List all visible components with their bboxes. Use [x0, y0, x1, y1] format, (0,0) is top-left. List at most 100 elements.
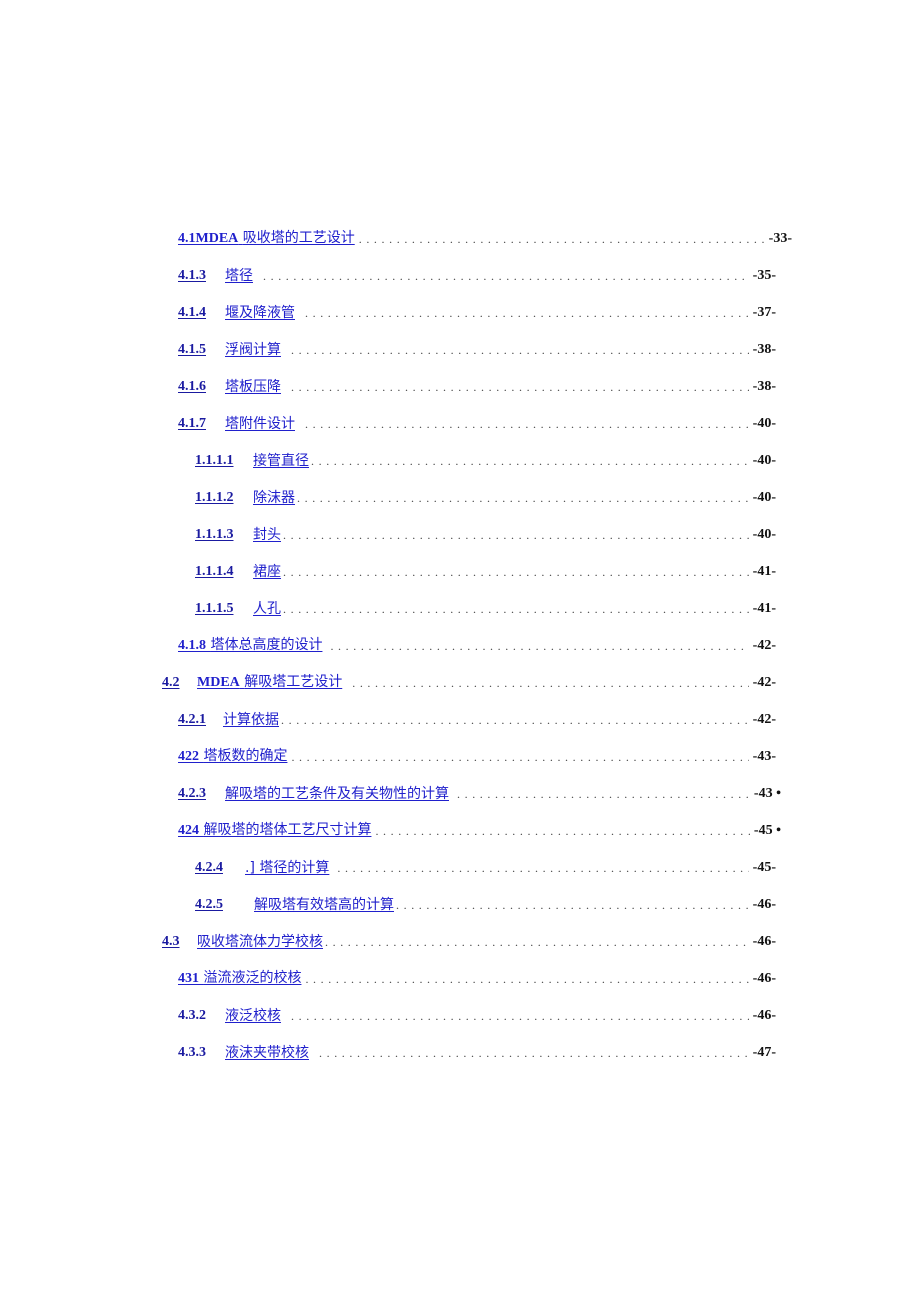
- toc-entry-page: -38-: [752, 379, 776, 394]
- toc-entry-page: -42-: [752, 712, 776, 727]
- dot-leader: ........................................…: [325, 935, 749, 949]
- toc-entry[interactable]: 4.1.6 塔板压降 .............................…: [178, 372, 776, 396]
- toc-entry-number[interactable]: 1.1.1.5: [195, 600, 253, 618]
- toc-entry-number[interactable]: 1.1.1.2: [195, 489, 253, 507]
- dot-leader: ........................................…: [291, 1009, 749, 1023]
- toc-entry-title[interactable]: 封头: [253, 526, 281, 544]
- toc-entry-title[interactable]: 除沫器: [253, 489, 295, 507]
- toc-entry[interactable]: 4.3.3 液沫夹带校核 ...........................…: [178, 1038, 776, 1062]
- dot-leader: ........................................…: [352, 676, 748, 690]
- toc-entry-title[interactable]: 422 塔板数的确定: [178, 747, 287, 766]
- toc-entry-title[interactable]: 4.1.8 塔体总高度的设计: [178, 636, 322, 655]
- toc-entry-title[interactable]: 塔径: [225, 267, 253, 285]
- toc-entry-title[interactable]: 解吸塔有效塔高的计算: [254, 896, 394, 914]
- dot-leader: ........................................…: [291, 343, 749, 357]
- toc-entry-number[interactable]: 4.1.7: [178, 415, 225, 433]
- toc-entry-number[interactable]: 4.2.4: [195, 859, 245, 877]
- toc-entry-title[interactable]: 塔附件设计: [225, 415, 295, 433]
- toc-entry-number[interactable]: 4.3: [162, 933, 197, 951]
- toc-entry[interactable]: 4.2.3 解吸塔的工艺条件及有关物性的计算 .................…: [178, 779, 781, 803]
- toc-entry[interactable]: 1.1.1.2 除沫器 ............................…: [195, 483, 776, 507]
- toc-entry-number[interactable]: 4.2.3: [178, 785, 225, 803]
- toc-entry-title[interactable]: 塔板压降: [225, 378, 281, 396]
- toc-entry-number[interactable]: 1.1.1.1: [195, 452, 253, 470]
- toc-entry-number[interactable]: 1.1.1.4: [195, 563, 253, 581]
- toc-entry-number[interactable]: 4.2: [162, 674, 197, 692]
- toc-entry-page: -43-: [752, 749, 776, 764]
- toc-entry-title[interactable]: 堰及降液管: [225, 304, 295, 322]
- toc-entry-title[interactable]: 浮阀计算: [225, 341, 281, 359]
- toc-entry[interactable]: 4.1.4 堰及降液管 ............................…: [178, 298, 776, 322]
- toc-entry-page: -41-: [752, 601, 776, 616]
- toc-entry-number[interactable]: 4.1.4: [178, 304, 225, 322]
- toc-entry-title[interactable]: MDEA 解吸塔工艺设计: [197, 673, 342, 692]
- toc-entry-title-text: 溢流液泛的校核: [203, 970, 302, 986]
- toc-entry-title-text: 塔板数的确定: [203, 748, 288, 764]
- toc-entry-title[interactable]: 裙座: [253, 563, 281, 581]
- dot-leader: ........................................…: [283, 565, 749, 579]
- toc-entry-page: -33-: [768, 231, 792, 246]
- toc-entry-number[interactable]: 4.1.6: [178, 378, 225, 396]
- dot-leader: ........................................…: [291, 380, 749, 394]
- toc-entry-page: -42-: [752, 675, 776, 690]
- toc-entry[interactable]: 4.1.3 塔径 ...............................…: [178, 261, 776, 285]
- toc-entry[interactable]: 4.1.7 塔附件设计 ............................…: [178, 409, 776, 433]
- toc-entry[interactable]: 1.1.1.1 接管直径 ...........................…: [195, 446, 776, 470]
- toc-entry-title[interactable]: 液泛校核: [225, 1007, 281, 1025]
- toc-entry[interactable]: 4.1.5 浮阀计算 .............................…: [178, 335, 776, 359]
- toc-entry-page: -35-: [752, 268, 776, 283]
- toc-entry[interactable]: 1.1.1.3 封头 .............................…: [195, 520, 776, 544]
- toc-entry[interactable]: 1.1.1.4 裙座 .............................…: [195, 557, 776, 581]
- toc-entry-page: -40-: [752, 527, 776, 542]
- toc-entry-page: -46-: [752, 934, 776, 949]
- dot-leader: ........................................…: [305, 972, 749, 986]
- dot-leader: ........................................…: [375, 824, 749, 838]
- dot-leader: ........................................…: [330, 639, 749, 653]
- toc-entry-title[interactable]: 424 解吸塔的塔体工艺尺寸计算: [178, 821, 371, 840]
- toc-entry-title[interactable]: 液沫夹带校核: [225, 1044, 309, 1062]
- toc-entry-title[interactable]: 吸收塔流体力学校核: [197, 933, 323, 951]
- toc-entry[interactable]: 431 溢流液泛的校核 ............................…: [178, 964, 776, 988]
- dot-leader: ........................................…: [305, 417, 749, 431]
- toc-entry-number: 4.3.2: [178, 1008, 206, 1023]
- toc-entry-title[interactable]: .] 塔径的计算: [245, 859, 329, 877]
- toc-entry-title[interactable]: 4.1MDEA 吸收塔的工艺设计: [178, 229, 355, 248]
- toc-entry[interactable]: 4.1.8 塔体总高度的设计 .........................…: [178, 631, 776, 655]
- toc-entry[interactable]: 4.2.5 解吸塔有效塔高的计算 .......................…: [195, 890, 776, 914]
- toc-entry[interactable]: 4.2 MDEA 解吸塔工艺设计 .......................…: [162, 668, 776, 692]
- toc-entry-page: -47-: [752, 1045, 776, 1060]
- dot-leader: ........................................…: [281, 713, 749, 727]
- dot-leader: ........................................…: [337, 861, 748, 875]
- toc-entry-number[interactable]: 4.1.5: [178, 341, 225, 359]
- dot-leader: ........................................…: [283, 602, 749, 616]
- toc-entry-page: -38-: [752, 342, 776, 357]
- toc-entry-number[interactable]: 4.1.3: [178, 267, 225, 285]
- toc-entry-page: -46-: [752, 1008, 776, 1023]
- toc-entry-number[interactable]: 4.2.5: [195, 896, 254, 914]
- toc-entry-title[interactable]: 接管直径: [253, 452, 309, 470]
- dot-leader: ........................................…: [297, 491, 749, 505]
- toc-entry-number[interactable]: 1.1.1.3: [195, 526, 253, 544]
- toc-entry-page: -40-: [752, 416, 776, 431]
- toc-entry[interactable]: 1.1.1.5 人孔 .............................…: [195, 594, 776, 618]
- toc-entry[interactable]: 4.1MDEA 吸收塔的工艺设计 .......................…: [178, 224, 792, 248]
- toc-entry-title[interactable]: 计算依据: [223, 711, 279, 729]
- toc-entry-page: -43 •: [753, 786, 781, 801]
- toc-entry[interactable]: 4.3 吸收塔流体力学校核 ..........................…: [162, 927, 776, 951]
- toc-entry[interactable]: 424 解吸塔的塔体工艺尺寸计算 .......................…: [178, 816, 781, 840]
- toc-entry-title-text: 吸收塔的工艺设计: [242, 230, 355, 246]
- toc-entry[interactable]: 4.2.1 计算依据 .............................…: [178, 705, 776, 729]
- toc-entry-number[interactable]: 4.2.1: [178, 711, 223, 729]
- toc-entry-page: -46-: [752, 897, 776, 912]
- toc-entry-title[interactable]: 431 溢流液泛的校核: [178, 969, 301, 988]
- dot-leader: ........................................…: [283, 528, 749, 542]
- toc-entry[interactable]: 4.2.4 .] 塔径的计算 .........................…: [195, 853, 776, 877]
- dot-leader: ........................................…: [358, 232, 765, 246]
- dot-leader: ........................................…: [305, 306, 749, 320]
- toc-entry[interactable]: 4.3.2 液泛校核 .............................…: [178, 1001, 776, 1025]
- toc-entry-page: -41-: [752, 564, 776, 579]
- toc-entry-title[interactable]: 人孔: [253, 600, 281, 618]
- toc-entry-title-text: 解吸塔工艺设计: [244, 674, 343, 690]
- toc-entry[interactable]: 422 塔板数的确定 .............................…: [178, 742, 776, 766]
- toc-entry-title[interactable]: 解吸塔的工艺条件及有关物性的计算: [225, 785, 449, 803]
